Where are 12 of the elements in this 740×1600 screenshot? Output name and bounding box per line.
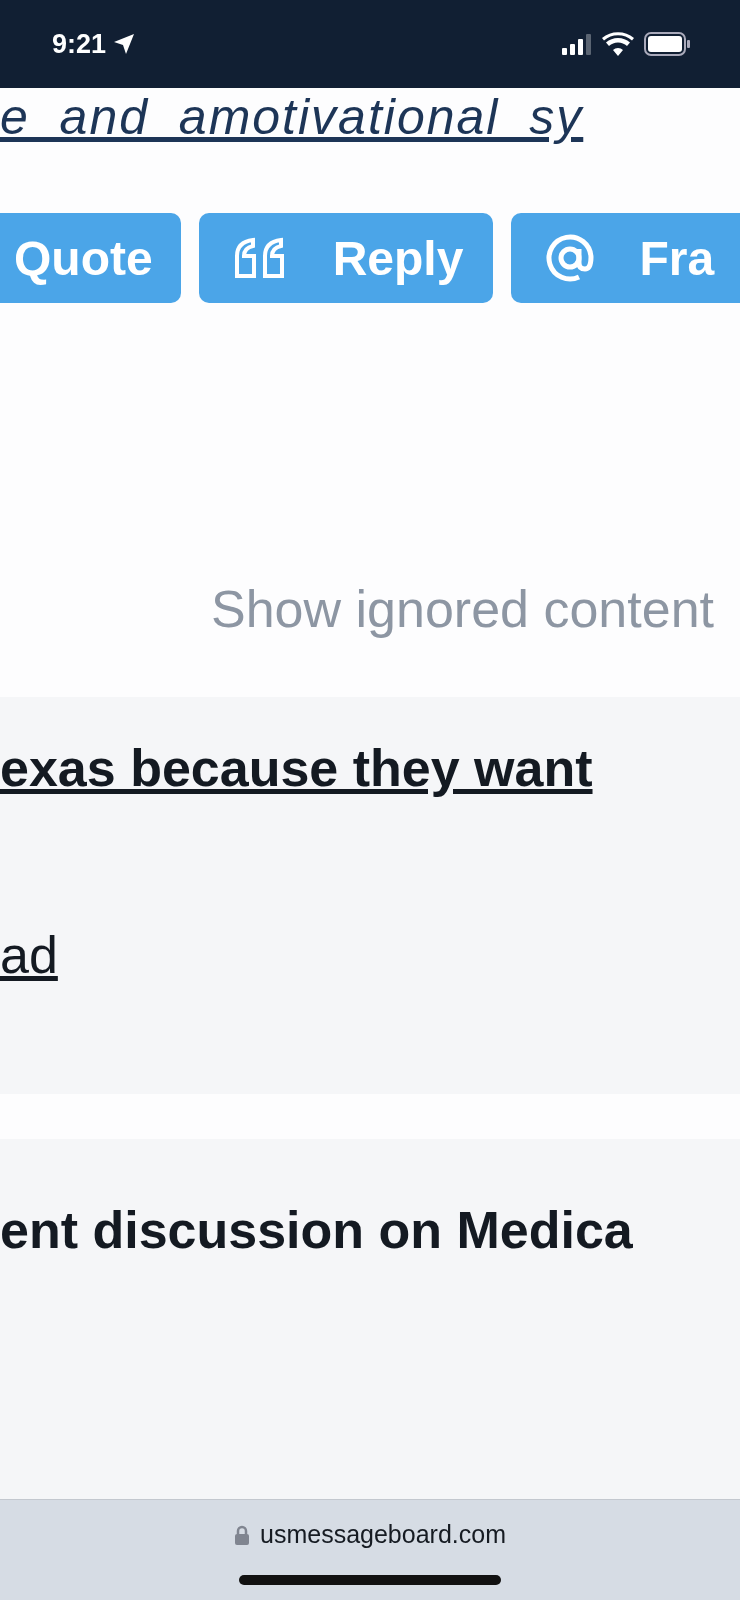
- lock-icon: [234, 1524, 250, 1545]
- thread-link[interactable]: ad: [0, 924, 740, 987]
- at-icon: [545, 233, 596, 283]
- battery-icon: [644, 32, 690, 56]
- url-text[interactable]: usmessageboard.com: [260, 1520, 506, 1549]
- location-arrow-icon: [112, 32, 137, 56]
- thread-link[interactable]: exas because they want: [0, 737, 740, 800]
- link[interactable]: e_and_amotivational_sy: [0, 90, 584, 149]
- thread-title[interactable]: ent discussion on Medica: [0, 1199, 740, 1262]
- wifi-icon: [602, 32, 634, 56]
- signal-icon: [562, 33, 592, 55]
- status-time: 9:21: [52, 28, 107, 60]
